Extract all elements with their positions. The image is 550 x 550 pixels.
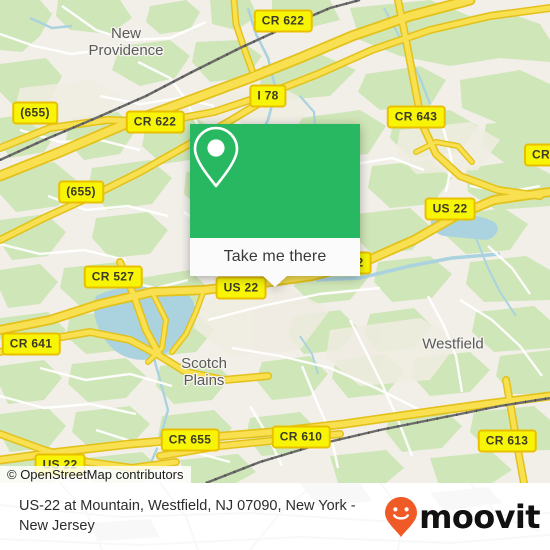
place-label: Westfield bbox=[422, 335, 484, 353]
road-shield: CR 527 bbox=[83, 265, 143, 289]
moovit-wordmark: moovit bbox=[419, 497, 540, 536]
map-pin-icon bbox=[193, 126, 239, 188]
road-shield: (655) bbox=[58, 180, 104, 204]
road-shield: (655) bbox=[12, 101, 58, 125]
callout-action[interactable]: Take me there bbox=[190, 238, 360, 276]
location-callout-card[interactable]: Take me there bbox=[190, 124, 360, 287]
callout-header bbox=[190, 124, 360, 238]
map-canvas[interactable]: CR 622I 78CR 643(655)CR 622CR(655)US 22U… bbox=[0, 0, 550, 483]
callout-pointer-tail bbox=[263, 276, 287, 287]
road-shield: CR 643 bbox=[386, 105, 446, 129]
station-title: US-22 at Mountain, Westfield, NJ 07090, … bbox=[19, 498, 356, 534]
road-shield: CR 613 bbox=[477, 429, 537, 453]
page-footer: US-22 at Mountain, Westfield, NJ 07090, … bbox=[0, 483, 550, 550]
map-screenshot: CR 622 I 78 CR 643 (655) CR 622 CR (655) US 22 U… bbox=[0, 0, 550, 550]
place-label: New Providence bbox=[88, 25, 164, 59]
road-shield: US 22 bbox=[424, 197, 476, 221]
road-shield: CR 622 bbox=[253, 9, 313, 33]
place-label: Scotch Plains bbox=[181, 355, 227, 389]
moovit-smiley-pin-icon bbox=[385, 496, 418, 537]
take-me-there-label: Take me there bbox=[223, 248, 327, 265]
road-shield: CR 610 bbox=[271, 425, 331, 449]
road-shield: I 78 bbox=[249, 84, 287, 108]
road-shield: CR 641 bbox=[1, 332, 61, 356]
osm-attribution[interactable]: © OpenStreetMap contributors bbox=[0, 466, 191, 483]
road-shield: CR 622 bbox=[125, 110, 185, 134]
moovit-logo[interactable]: moovit bbox=[384, 496, 541, 538]
road-shield: CR 655 bbox=[160, 428, 220, 452]
road-shield: CR bbox=[524, 143, 550, 167]
